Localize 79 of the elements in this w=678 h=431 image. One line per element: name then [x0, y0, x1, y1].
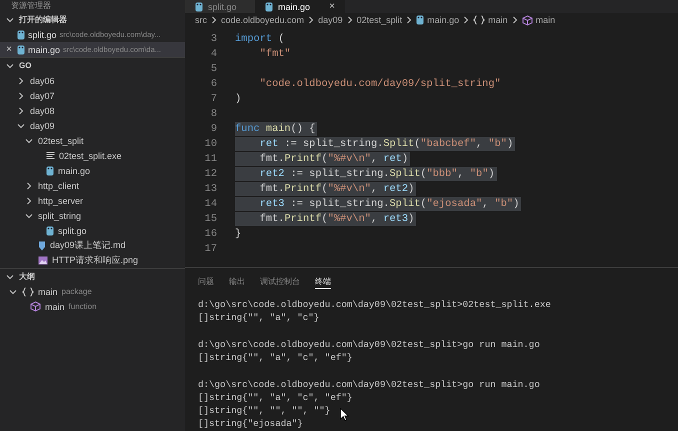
braces-icon	[473, 15, 486, 25]
explorer-title: 资源管理器	[10, 0, 52, 12]
section-header[interactable]: 大纲	[0, 268, 185, 284]
tree-item[interactable]: 02test_split.exe	[0, 148, 185, 163]
line-number: 9	[210, 122, 217, 134]
close-icon[interactable]: ×	[329, 1, 335, 12]
tree-item[interactable]: split.go	[0, 223, 185, 238]
panel-tab[interactable]: 调试控制台	[260, 276, 300, 288]
tree-item[interactable]: split_string	[0, 208, 185, 223]
line-number: 5	[210, 62, 217, 74]
line-number: 10	[204, 138, 217, 150]
tree-item[interactable]: 02test_split	[0, 133, 185, 148]
breadcrumb-item[interactable]: main	[522, 14, 556, 26]
line-number: 8	[210, 108, 217, 120]
panel-tab[interactable]: 问题	[198, 276, 214, 288]
section-header[interactable]: 打开的编辑器	[0, 12, 185, 27]
go-file-icon	[265, 2, 273, 12]
go-file-icon	[17, 30, 25, 40]
tree-item[interactable]: http_server	[0, 193, 185, 208]
line-number: 17	[204, 242, 217, 254]
go-file-icon	[46, 166, 54, 176]
tree-item[interactable]: HTTP请求和响应.png	[0, 253, 185, 268]
terminal-line: []string{"ejosada"}	[198, 417, 303, 430]
tree-item[interactable]: day07	[0, 88, 185, 103]
line-number: 3	[210, 32, 217, 44]
line-number: 14	[204, 198, 217, 210]
terminal-line: []string{"", "a", "c"}	[198, 311, 320, 324]
breadcrumb-item[interactable]: code.oldboyedu.com	[221, 15, 304, 25]
breadcrumb-item[interactable]: day09	[318, 15, 343, 25]
mouse-cursor-icon	[340, 408, 349, 421]
line-number: 16	[204, 228, 217, 240]
chevron-right-icon	[209, 15, 219, 25]
editor-tab[interactable]: main.go ×	[255, 0, 345, 13]
symbol-kind: package	[62, 287, 92, 296]
terminal-line: []string{"", "a", "c", "ef"}	[198, 391, 352, 404]
cube-icon	[30, 301, 41, 312]
tree-item[interactable]: main.go	[0, 163, 185, 178]
panel-tab[interactable]: 输出	[229, 276, 245, 288]
go-file-icon	[416, 15, 424, 25]
line-number: 11	[204, 152, 217, 164]
terminal-line: []string{"", "", "", ""}	[198, 404, 330, 417]
cube-icon	[522, 14, 533, 26]
tree-item[interactable]: day09	[0, 118, 185, 133]
line-number: 15	[204, 212, 217, 224]
lines-icon	[46, 151, 55, 160]
breadcrumb-item[interactable]: 02test_split	[356, 15, 402, 25]
code-line: }	[235, 226, 242, 240]
symbol-kind: function	[68, 302, 97, 311]
code-line: import (	[235, 32, 286, 46]
go-file-icon	[17, 44, 25, 54]
line-number: 7	[210, 92, 217, 104]
tree-item[interactable]: day06	[0, 73, 185, 88]
line-number: 12	[204, 168, 217, 180]
terminal-line: []string{"", "a", "c", "ef"}	[198, 351, 352, 364]
line-number: 13	[204, 182, 217, 194]
tree-item[interactable]: day08	[0, 103, 185, 118]
line-number: 4	[210, 48, 217, 60]
terminal-line: d:\go\src\code.oldboyedu.com\day09\02test_split>go run main.go	[198, 338, 540, 351]
breadcrumb-item[interactable]: main.go	[416, 15, 460, 25]
terminal-line: d:\go\src\code.oldboyedu.com\day09\02test_split>02test_split.exe	[198, 298, 551, 311]
panel-tab[interactable]: 终端	[315, 276, 331, 289]
line-number: 6	[210, 78, 217, 90]
terminal-line: d:\go\src\code.oldboyedu.com\day09\02test_split>go run main.go	[198, 378, 540, 391]
image-icon	[38, 256, 48, 265]
section-header[interactable]: GO	[0, 57, 185, 73]
code-line: "fmt"	[258, 46, 292, 60]
editor-tab[interactable]: split.go	[185, 0, 255, 13]
breadcrumb-item[interactable]: src	[195, 15, 207, 25]
go-file-icon	[195, 2, 203, 12]
outline-item[interactable]: main package	[0, 284, 185, 299]
code-line: "code.oldboyedu.com/day09/split_string"	[258, 76, 502, 90]
braces-icon	[22, 286, 34, 296]
close-icon[interactable]: ×	[4, 44, 14, 56]
tree-item[interactable]: http_client	[0, 178, 185, 193]
go-file-icon	[46, 226, 54, 236]
tree-item[interactable]: day09课上笔记.md	[0, 238, 185, 253]
breadcrumb-item[interactable]: main	[473, 15, 508, 25]
outline-item[interactable]: main function	[0, 299, 185, 314]
code-line: )	[235, 92, 242, 106]
